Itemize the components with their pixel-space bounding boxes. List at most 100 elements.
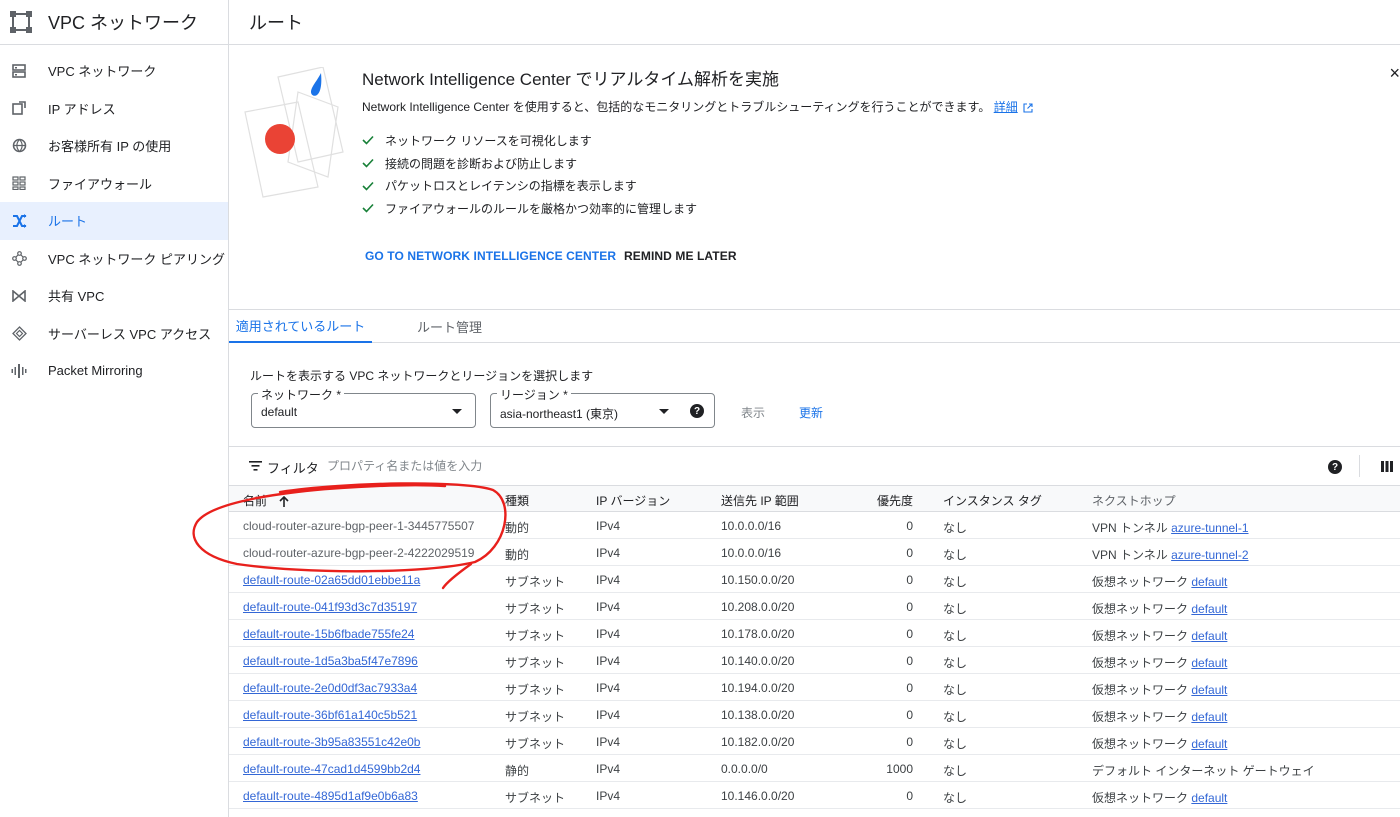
route-priority: 0 bbox=[906, 735, 913, 749]
sidebar-item-serverless-vpc-access[interactable]: サーバーレス VPC アクセス bbox=[0, 315, 228, 353]
sidebar-item-ip-addresses[interactable]: IP アドレス bbox=[0, 90, 228, 128]
route-ip-version: IPv4 bbox=[596, 681, 621, 695]
remind-me-later-button[interactable]: REMIND ME LATER bbox=[624, 249, 737, 263]
next-hop-link[interactable]: default bbox=[1191, 710, 1227, 724]
show-button[interactable]: 表示 bbox=[741, 404, 765, 421]
route-priority: 0 bbox=[906, 627, 913, 641]
filter-bar: フィルタ ? bbox=[229, 446, 1400, 486]
next-hop-link[interactable]: default bbox=[1191, 602, 1227, 616]
next-hop-type: デフォルト インターネット ゲートウェイ bbox=[1092, 764, 1315, 778]
vpc-product-icon bbox=[10, 11, 32, 33]
column-header-instance-tags[interactable]: インスタンス タグ bbox=[943, 492, 1042, 509]
route-ip-version: IPv4 bbox=[596, 789, 621, 803]
close-icon: × bbox=[1389, 63, 1400, 83]
table-row: default-route-02a65dd01ebbe11a サブネット IPv4 1… bbox=[229, 566, 1400, 593]
next-hop-type: 仮想ネットワーク bbox=[1092, 710, 1189, 724]
learn-more-link[interactable]: 詳細 bbox=[994, 100, 1018, 114]
learn-more-label: 詳細 bbox=[993, 100, 1018, 114]
next-hop-link[interactable]: default bbox=[1191, 791, 1227, 805]
route-destination: 0.0.0.0/0 bbox=[721, 762, 768, 776]
help-icon[interactable]: ? bbox=[1328, 460, 1342, 474]
column-header-type[interactable]: 種類 bbox=[505, 492, 529, 509]
filter-icon[interactable] bbox=[249, 461, 262, 471]
route-type: サブネット bbox=[505, 710, 566, 724]
route-name[interactable]: default-route-3b95a83551c42e0b bbox=[243, 735, 420, 749]
sidebar-item-shared-vpc[interactable]: 共有 VPC bbox=[0, 277, 228, 315]
sidebar-item-packet-mirroring[interactable]: Packet Mirroring bbox=[0, 352, 228, 390]
sidebar-nav: VPC ネットワーク IP アドレス お客様所有 IP の使用 ファイアウォール… bbox=[0, 45, 228, 390]
next-hop-link[interactable]: default bbox=[1191, 683, 1227, 697]
help-icon[interactable]: ? bbox=[690, 404, 704, 418]
next-hop-link[interactable]: default bbox=[1191, 656, 1227, 670]
sidebar-item-byoip[interactable]: お客様所有 IP の使用 bbox=[0, 127, 228, 165]
ip-address-icon bbox=[11, 100, 27, 116]
table-row: default-route-2e0d0df3ac7933a4 サブネット IPv4 1… bbox=[229, 674, 1400, 701]
tab-route-management[interactable]: ルート管理 bbox=[417, 310, 482, 343]
sidebar-item-routes[interactable]: ルート bbox=[0, 202, 228, 240]
route-next-hop: VPN トンネル azure-tunnel-2 bbox=[1092, 546, 1249, 563]
close-banner-button[interactable]: × bbox=[1389, 63, 1400, 84]
route-next-hop: 仮想ネットワーク default bbox=[1092, 681, 1227, 698]
column-header-priority[interactable]: 優先度 bbox=[859, 492, 913, 509]
route-name[interactable]: default-route-36bf61a140c5b521 bbox=[243, 708, 417, 722]
region-select-label: リージョン * bbox=[497, 386, 571, 403]
route-ip-version: IPv4 bbox=[596, 546, 621, 560]
route-type: 静的 bbox=[505, 764, 530, 778]
sidebar-item-vpc-peering[interactable]: VPC ネットワーク ピアリング bbox=[0, 240, 228, 278]
route-destination: 10.194.0.0/20 bbox=[721, 681, 795, 695]
filter-input[interactable] bbox=[327, 455, 827, 477]
route-name[interactable]: default-route-1d5a3ba5f47e7896 bbox=[243, 654, 418, 668]
route-next-hop: VPN トンネル azure-tunnel-1 bbox=[1092, 519, 1249, 536]
network-select-value: default bbox=[261, 405, 298, 419]
banner-bullet: ネットワーク リソースを可視化します bbox=[362, 129, 697, 152]
next-hop-link[interactable]: azure-tunnel-1 bbox=[1171, 521, 1248, 535]
next-hop-link[interactable]: default bbox=[1191, 737, 1227, 751]
sidebar-item-label: VPC ネットワーク ピアリング bbox=[48, 251, 225, 267]
table-row: default-route-3b95a83551c42e0b サブネット IPv4 1… bbox=[229, 728, 1400, 755]
refresh-button[interactable]: 更新 bbox=[799, 404, 823, 421]
dropdown-arrow-icon bbox=[452, 409, 462, 414]
route-name[interactable]: default-route-47cad1d4599bb2d4 bbox=[243, 762, 420, 776]
route-name[interactable]: default-route-15b6fbade755fe24 bbox=[243, 627, 414, 641]
route-destination: 10.140.0.0/20 bbox=[721, 654, 795, 668]
next-hop-link[interactable]: default bbox=[1191, 629, 1227, 643]
route-name[interactable]: default-route-02a65dd01ebbe11a bbox=[243, 573, 420, 587]
tab-effective-routes[interactable]: 適用されているルート bbox=[229, 310, 372, 343]
route-type: サブネット bbox=[505, 656, 566, 670]
region-select-value: asia-northeast1 (東京) bbox=[500, 407, 619, 421]
sidebar-header: VPC ネットワーク bbox=[0, 0, 228, 45]
route-priority: 0 bbox=[906, 546, 913, 560]
external-link-icon bbox=[1023, 103, 1033, 113]
sidebar-item-vpc-networks[interactable]: VPC ネットワーク bbox=[0, 52, 228, 90]
route-instance-tag: なし bbox=[943, 602, 968, 616]
serverless-icon bbox=[11, 325, 27, 341]
next-hop-link[interactable]: azure-tunnel-2 bbox=[1171, 548, 1248, 562]
sidebar-item-firewall[interactable]: ファイアウォール bbox=[0, 165, 228, 203]
column-header-name[interactable]: 名前 bbox=[243, 492, 289, 509]
next-hop-type: 仮想ネットワーク bbox=[1092, 602, 1189, 616]
column-header-destination[interactable]: 送信先 IP 範囲 bbox=[721, 492, 799, 509]
route-next-hop: 仮想ネットワーク default bbox=[1092, 708, 1227, 725]
route-name: cloud-router-azure-bgp-peer-1-3445775507 bbox=[243, 519, 475, 533]
route-priority: 0 bbox=[906, 519, 913, 533]
route-name[interactable]: default-route-4895d1af9e0b6a83 bbox=[243, 789, 418, 803]
region-select[interactable]: リージョン * asia-northeast1 (東京) ? bbox=[490, 386, 715, 428]
column-header-ip-version[interactable]: IP バージョン bbox=[596, 492, 670, 509]
check-icon bbox=[362, 158, 376, 168]
column-display-icon[interactable] bbox=[1381, 461, 1393, 472]
column-header-next-hop[interactable]: ネクストホップ bbox=[1092, 492, 1176, 509]
sidebar-title: VPC ネットワーク bbox=[48, 13, 199, 33]
route-next-hop: デフォルト インターネット ゲートウェイ bbox=[1092, 762, 1315, 779]
route-next-hop: 仮想ネットワーク default bbox=[1092, 789, 1227, 806]
route-priority: 0 bbox=[906, 681, 913, 695]
next-hop-link[interactable]: default bbox=[1191, 575, 1227, 589]
route-name[interactable]: default-route-041f93d3c7d35197 bbox=[243, 600, 417, 614]
page-title: ルート bbox=[249, 13, 303, 33]
route-ip-version: IPv4 bbox=[596, 573, 621, 587]
go-to-nic-button[interactable]: GO TO NETWORK INTELLIGENCE CENTER bbox=[365, 249, 616, 263]
network-select[interactable]: ネットワーク * default bbox=[251, 386, 476, 428]
route-ip-version: IPv4 bbox=[596, 762, 621, 776]
route-instance-tag: なし bbox=[943, 629, 968, 643]
next-hop-type: VPN トンネル bbox=[1092, 521, 1168, 535]
route-name[interactable]: default-route-2e0d0df3ac7933a4 bbox=[243, 681, 417, 695]
